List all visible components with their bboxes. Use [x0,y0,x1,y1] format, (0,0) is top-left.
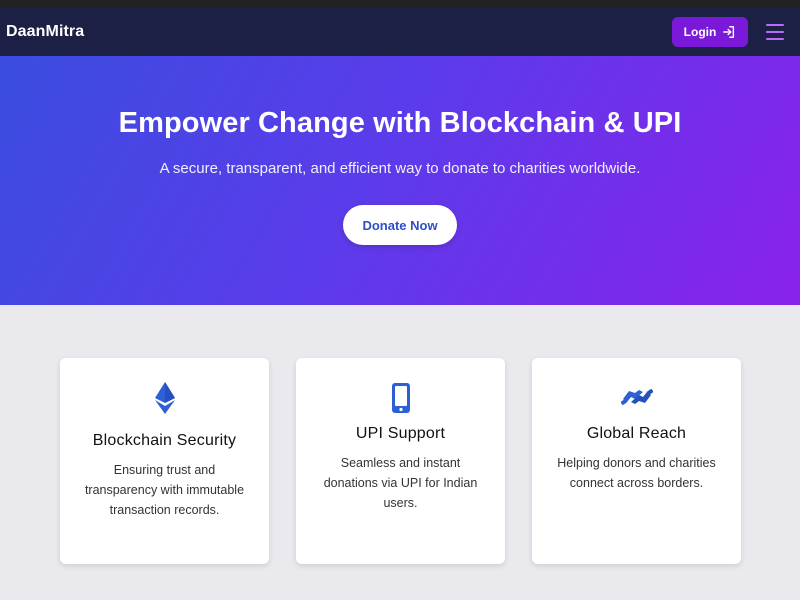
login-arrow-icon [723,26,735,38]
top-edge [0,0,800,8]
feature-title: UPI Support [355,425,446,442]
ethereum-icon [60,380,269,416]
handshake-icon [532,380,741,416]
login-button[interactable]: Login [672,17,748,47]
feature-card-blockchain: Blockchain Security Ensuring trust and t… [60,358,269,564]
hero-section: Empower Change with Blockchain & UPI A s… [0,56,800,305]
feature-card-global: Global Reach Helping donors and charitie… [532,358,741,564]
hamburger-menu-icon[interactable] [766,24,786,40]
menu-line [766,38,784,40]
navbar: DaanMitra Login [0,8,800,56]
feature-title: Global Reach [586,425,687,442]
feature-text: Helping donors and charities connect acr… [557,456,716,490]
feature-text: Seamless and instant donations via UPI f… [323,456,478,510]
nav-actions: Login [672,17,794,47]
mobile-phone-icon [296,380,505,416]
feature-text: Ensuring trust and transparency with imm… [84,463,245,517]
feature-title: Blockchain Security [92,432,237,449]
login-label: Login [683,25,717,39]
hero-title: Empower Change with Blockchain & UPI [118,107,682,139]
features-section: Blockchain Security Ensuring trust and t… [60,358,742,564]
menu-line [766,31,784,33]
brand-logo[interactable]: DaanMitra [6,23,84,41]
menu-line [766,24,784,26]
hero-subtitle: A secure, transparent, and efficient way… [159,160,641,177]
donate-now-button[interactable]: Donate Now [343,205,457,245]
feature-card-upi: UPI Support Seamless and instant donatio… [296,358,505,564]
